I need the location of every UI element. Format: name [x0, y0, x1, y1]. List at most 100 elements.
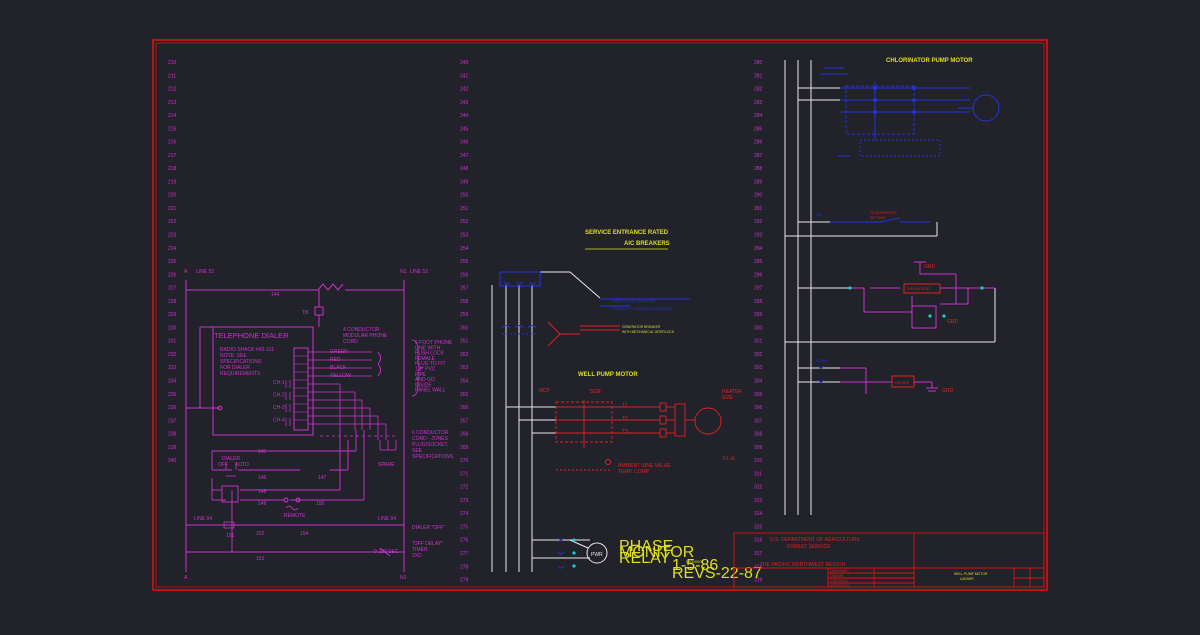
rung-number: 227	[168, 286, 177, 292]
rung-number: 225	[168, 259, 177, 265]
rung-number: 315	[754, 524, 763, 530]
rung-number: 299	[754, 312, 763, 318]
rung-number: 219	[168, 179, 177, 185]
channel-contacts	[285, 380, 291, 426]
rung-number: 268	[460, 432, 469, 438]
rung-number: 239	[168, 445, 177, 451]
breaker-note: CONNECT TO SERVICE ENTRANCE	[612, 307, 674, 311]
rung-number: 266	[460, 405, 469, 411]
float-label-lines: FLOAT/SWITCHSETTING	[870, 211, 897, 220]
rung-number: 224	[168, 246, 177, 252]
fuse-symbol	[314, 306, 324, 316]
rung-number: 232	[168, 352, 177, 358]
rung-number: 298	[754, 299, 763, 305]
rung-number: 262	[460, 352, 469, 358]
title-block-row: DESIGNED	[830, 569, 849, 573]
wire-color-labels: GREEN RED BLACK YELLOW	[330, 349, 351, 379]
wire-color-label: YELLOW	[330, 373, 351, 379]
rung-number: 307	[754, 418, 763, 424]
wire-number-label: 146	[258, 475, 267, 481]
mcp-label: MCP	[539, 388, 551, 394]
rung-number: 310	[754, 458, 763, 464]
rung-number: 221	[168, 206, 177, 212]
title-block-row: APPROVED	[830, 584, 850, 588]
gen-note: WITH MECHANICAL INTERLOCK	[622, 330, 675, 334]
rung-number: 261	[460, 339, 469, 345]
phase-label-line: RELAY	[619, 550, 671, 567]
rung-numbers-col3: 280 281 282 283 284 285 286 287 288 289 290 291 292 2…	[754, 60, 763, 584]
rung-number: 257	[460, 286, 469, 292]
heater-circuit	[850, 261, 995, 329]
dialer-note-line: REQUIREMENTS	[220, 371, 261, 377]
n1-label-bottom: N1	[400, 575, 407, 581]
heater-label-lines: HEATERSIZE	[722, 389, 742, 401]
wire-number-label: 145	[258, 449, 267, 455]
channel-label: CH-3	[273, 405, 285, 411]
rung-number: 289	[754, 179, 763, 185]
grd-label-top: GRD	[924, 264, 936, 270]
phone-note-line: CORD	[343, 339, 358, 345]
rung-number: 248	[460, 166, 469, 172]
rung-number: 235	[168, 392, 177, 398]
gen-label: GENERATOR BREAKER	[622, 325, 661, 329]
rung-number: 213	[168, 100, 177, 106]
rung-number: 287	[754, 153, 763, 159]
rung-number: 237	[168, 418, 177, 424]
rung-number: 293	[754, 233, 763, 239]
rung-number: 217	[168, 153, 177, 159]
rung-number: 274	[460, 511, 469, 517]
rung-number: 240	[460, 60, 469, 66]
rung-number: 263	[460, 365, 469, 371]
rung-number: 308	[754, 432, 763, 438]
chlor-title: CHLORINATOR PUMP MOTOR	[886, 58, 973, 64]
rung-number: 270	[460, 458, 469, 464]
wire-number-label: 147	[318, 475, 327, 481]
title-block-row: DRAWN	[830, 574, 844, 578]
rung-number: 255	[460, 259, 469, 265]
title-block-rows: DESIGNEDDRAWNCHECKEDAPPROVED	[830, 569, 850, 588]
rung-number: 302	[754, 352, 763, 358]
off-label: OFF	[218, 462, 228, 468]
heater-label-line: SIZE	[722, 395, 734, 401]
off-delay-lines: "OFF DELAY"TIMER2XD	[412, 541, 443, 559]
rung-number: 314	[754, 511, 763, 517]
rung-number: 243	[460, 100, 469, 106]
rung-number: 312	[754, 485, 763, 491]
rung-numbers-col2: 240 241 242 243 244 245 246 247 248 249 250 251 252 2…	[460, 60, 469, 584]
ambient-note-lines: AMBIENT SINE VALUETEMP. COMP.	[618, 463, 671, 475]
rung-number: 278	[460, 564, 469, 570]
rung-number: 234	[168, 378, 177, 384]
rung-number: 279	[460, 578, 469, 584]
size-label: SIZE	[590, 389, 602, 395]
rung-number: 292	[754, 219, 763, 225]
terminal-label: T1	[622, 403, 628, 409]
rung-number: 286	[754, 140, 763, 146]
drawing-svg: 210 211 212 213 214 215 216 217 218 219 220 221 222 2…	[152, 39, 1048, 591]
wire-number-label: 150	[316, 501, 325, 507]
float-label-line: FLOAT/SWITCH	[870, 211, 897, 215]
well-section	[491, 271, 722, 572]
rung-number: 304	[754, 378, 763, 384]
rung-number: 211	[168, 73, 176, 79]
rung-number: 301	[754, 339, 763, 345]
rung-number: 230	[168, 325, 177, 331]
wire-number-label: 148	[258, 489, 267, 495]
line52-left: LINE 52	[196, 269, 214, 275]
conductor-note-line: SPECIFICATIONS	[412, 454, 454, 460]
rung-number: 271	[460, 471, 469, 477]
rung-number: 280	[754, 60, 763, 66]
rung-number: 264	[460, 378, 469, 384]
service-title-2: AIC BREAKERS	[624, 241, 670, 247]
tb-label: TB	[302, 310, 309, 316]
rung-number: 309	[754, 445, 763, 451]
conductor-note-lines: 6 CONDUCTORCORD - JONESPLUG/SOCKET,SEESP…	[412, 430, 454, 460]
cad-drawing: 210 211 212 213 214 215 216 217 218 219 220 221 222 2…	[0, 0, 1200, 630]
dialer-off-label: DIALER "OFF"	[412, 525, 445, 531]
wire-color-label: GREEN	[330, 349, 348, 355]
wire-number-label: 152	[256, 531, 265, 537]
dialer-box	[212, 326, 314, 436]
rung-number: 281	[754, 73, 763, 79]
wire-number-label: 151	[226, 533, 235, 539]
rung-number: 228	[168, 299, 177, 305]
terminal-labels: T1 T2 T3	[622, 403, 628, 435]
